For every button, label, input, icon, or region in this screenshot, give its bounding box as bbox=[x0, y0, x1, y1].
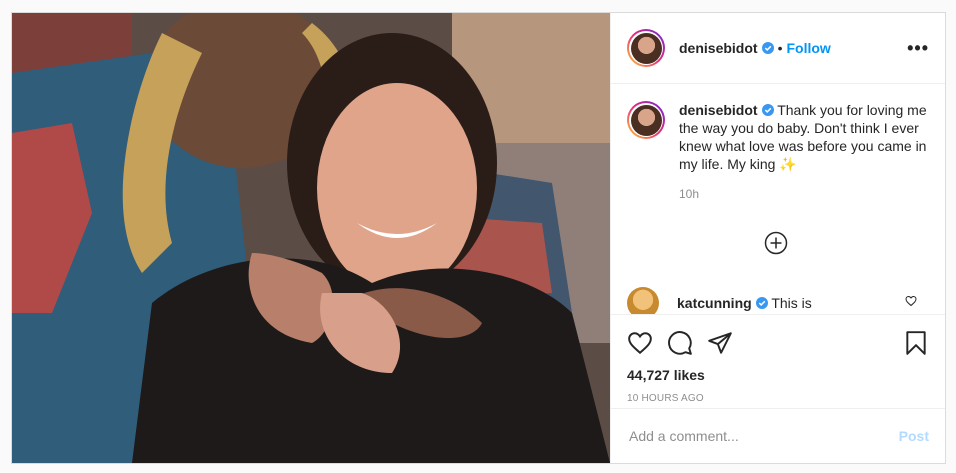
verified-badge-icon bbox=[761, 104, 774, 116]
avatar-image bbox=[630, 32, 662, 64]
comment-avatar[interactable] bbox=[627, 287, 659, 314]
comment-body: This is bbox=[771, 295, 812, 311]
post-header: denisebidot • Follow ••• bbox=[611, 13, 945, 84]
follow-button[interactable]: Follow bbox=[786, 40, 830, 56]
bookmark-icon[interactable] bbox=[903, 330, 929, 356]
verified-badge-icon bbox=[755, 297, 768, 309]
add-comment-bar: Post bbox=[611, 408, 945, 463]
post-comment-button[interactable]: Post bbox=[899, 428, 929, 444]
comment-username[interactable]: katcunning bbox=[677, 295, 752, 311]
post-sidebar: denisebidot • Follow ••• denisebidot Tha… bbox=[610, 13, 945, 463]
post-timestamp[interactable]: 10 HOURS AGO bbox=[627, 393, 929, 404]
post-photo[interactable] bbox=[12, 13, 610, 463]
likes-count[interactable]: 44,727 likes bbox=[627, 367, 929, 383]
more-icon[interactable]: ••• bbox=[907, 38, 929, 59]
share-icon[interactable] bbox=[707, 330, 733, 356]
post-actions: 44,727 likes 10 HOURS AGO bbox=[611, 314, 945, 411]
comments-area: denisebidot Thank you for loving me the … bbox=[611, 85, 945, 314]
verified-badge-icon bbox=[761, 42, 774, 54]
comment-icon[interactable] bbox=[667, 330, 693, 356]
heart-icon[interactable] bbox=[627, 330, 653, 356]
plus-circle-icon[interactable] bbox=[764, 231, 788, 255]
caption-time[interactable]: 10h bbox=[679, 187, 929, 201]
author-avatar[interactable] bbox=[627, 29, 665, 67]
caption-avatar[interactable] bbox=[627, 101, 665, 139]
instagram-post: denisebidot • Follow ••• denisebidot Tha… bbox=[11, 12, 946, 464]
comment-input[interactable] bbox=[627, 427, 899, 445]
action-icons bbox=[627, 323, 929, 363]
caption-username[interactable]: denisebidot bbox=[679, 102, 758, 118]
separator: • bbox=[777, 40, 783, 56]
comment-item: katcunning This is bbox=[627, 287, 927, 314]
caption: denisebidot Thank you for loving me the … bbox=[627, 101, 929, 173]
comment-like-heart-icon[interactable] bbox=[905, 295, 917, 307]
photo-illustration bbox=[12, 13, 610, 463]
author-username[interactable]: denisebidot bbox=[679, 40, 758, 56]
caption-text: denisebidot Thank you for loving me the … bbox=[679, 101, 929, 173]
